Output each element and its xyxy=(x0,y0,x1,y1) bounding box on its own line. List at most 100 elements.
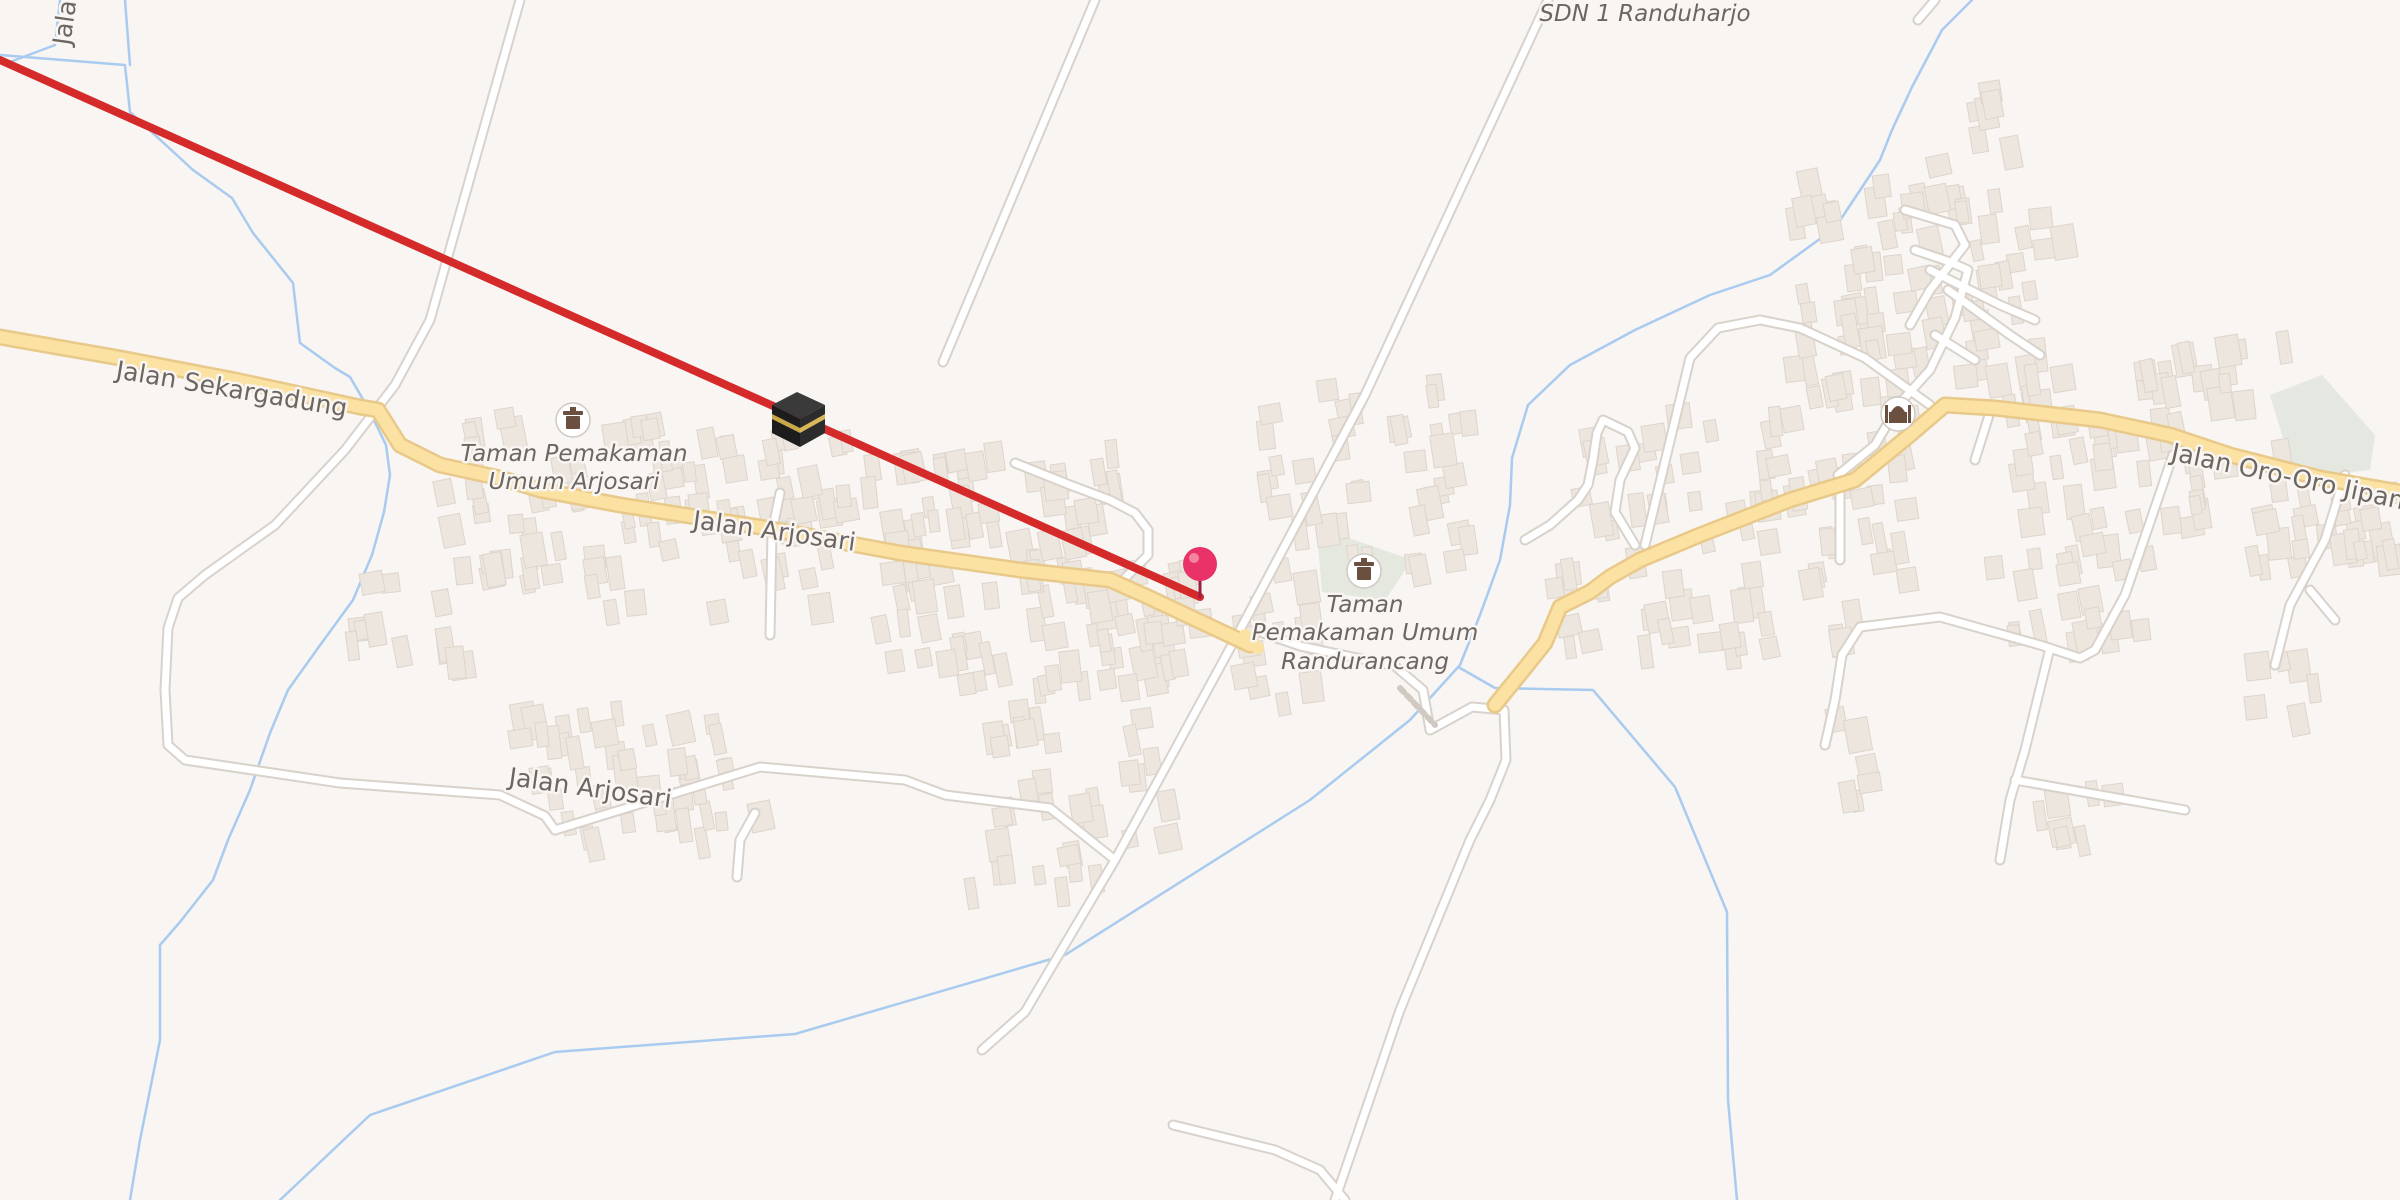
building xyxy=(1041,621,1069,652)
building xyxy=(1688,594,1714,625)
building xyxy=(1265,493,1294,521)
building xyxy=(911,578,939,615)
building xyxy=(1056,844,1082,868)
building xyxy=(705,598,730,626)
building xyxy=(1822,200,1843,224)
building xyxy=(507,727,534,750)
building xyxy=(879,560,907,586)
building xyxy=(1032,864,1047,886)
building xyxy=(1779,404,1805,434)
poi-label-line3: Randurancang xyxy=(1281,649,1449,675)
building xyxy=(1257,402,1284,426)
building xyxy=(1859,376,1883,408)
building xyxy=(989,734,1011,759)
building xyxy=(493,406,517,430)
building xyxy=(996,854,1017,886)
building xyxy=(807,591,835,626)
building xyxy=(1230,661,1259,691)
building xyxy=(1894,496,1920,523)
building xyxy=(619,812,637,834)
poi-label-line2: Pemakaman Umum xyxy=(1252,620,1479,646)
building xyxy=(1718,621,1742,651)
building xyxy=(617,747,638,772)
building xyxy=(1856,771,1883,795)
building xyxy=(2056,590,2082,621)
building xyxy=(2027,206,2054,231)
building xyxy=(798,566,819,591)
building xyxy=(1292,569,1322,606)
building xyxy=(1042,732,1063,755)
building xyxy=(453,555,474,586)
building xyxy=(964,450,988,483)
building xyxy=(835,483,853,509)
building xyxy=(956,672,977,697)
building xyxy=(1952,363,1979,390)
building xyxy=(2079,531,2107,558)
building xyxy=(2243,650,2272,682)
building xyxy=(859,475,879,510)
building xyxy=(1345,480,1372,505)
building xyxy=(1104,438,1120,470)
building xyxy=(1984,362,2013,400)
building xyxy=(1143,620,1164,645)
cemetery-icon xyxy=(1346,553,1382,589)
building xyxy=(2130,617,2152,643)
building xyxy=(444,645,467,680)
building xyxy=(983,440,1006,474)
building xyxy=(507,513,525,535)
building xyxy=(1869,550,1898,576)
building xyxy=(1073,496,1100,526)
building xyxy=(2251,508,2281,537)
building xyxy=(1883,253,1904,276)
building xyxy=(2243,694,2268,721)
building xyxy=(2213,333,2243,369)
building xyxy=(540,562,564,586)
building xyxy=(2083,606,2103,630)
building xyxy=(1679,451,1702,476)
building xyxy=(640,417,661,442)
building xyxy=(1740,560,1765,590)
building xyxy=(1782,354,1806,384)
building xyxy=(1429,432,1458,469)
building xyxy=(358,569,386,597)
building xyxy=(2049,223,2079,262)
building xyxy=(2217,372,2233,394)
building xyxy=(1114,613,1136,637)
building xyxy=(1702,418,1720,444)
building xyxy=(2291,538,2311,560)
building xyxy=(2049,363,2077,394)
building xyxy=(1291,457,1318,485)
poi-label-line1: Taman xyxy=(1327,592,1404,618)
building xyxy=(981,581,1001,611)
building xyxy=(1044,664,1063,693)
building xyxy=(1118,759,1142,787)
building xyxy=(534,721,550,748)
building xyxy=(1577,628,1604,655)
building xyxy=(1986,188,2003,214)
building xyxy=(2026,547,2043,571)
building xyxy=(1298,669,1325,705)
mosque-icon xyxy=(1880,396,1916,432)
building xyxy=(1758,635,1781,661)
poi-label-school[interactable]: SDN 1 Randuharjo xyxy=(1537,0,1753,30)
building xyxy=(2055,561,2082,587)
poi-mosque[interactable] xyxy=(1880,396,1916,432)
building xyxy=(2021,280,2039,302)
building xyxy=(935,648,960,679)
building xyxy=(1096,667,1118,692)
building xyxy=(2136,459,2153,488)
building xyxy=(2017,506,2046,539)
building xyxy=(1153,822,1184,855)
building xyxy=(944,448,969,474)
building xyxy=(1977,262,2003,290)
building xyxy=(1871,173,1892,200)
building xyxy=(1759,479,1774,502)
map-canvas[interactable]: Jalan Sekargadung Jalan Arjosari Jalan A… xyxy=(0,0,2400,1200)
building xyxy=(1442,548,1467,574)
building xyxy=(1058,649,1083,684)
building xyxy=(1977,213,2001,245)
building xyxy=(1756,527,1782,557)
building xyxy=(1765,453,1792,479)
building xyxy=(1117,673,1141,703)
building xyxy=(1885,331,1913,357)
